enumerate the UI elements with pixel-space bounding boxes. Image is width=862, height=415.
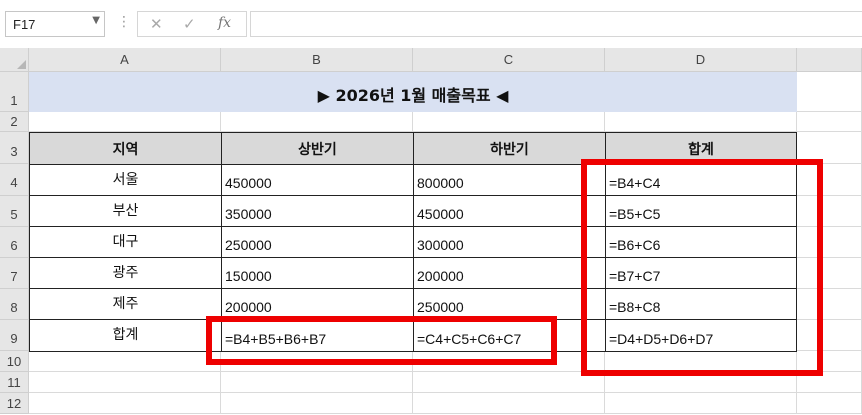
- column-header-a[interactable]: A: [29, 48, 221, 72]
- gridline: [29, 392, 862, 393]
- row-header-8[interactable]: 8: [0, 289, 29, 320]
- cell-h1[interactable]: 150000: [221, 257, 414, 289]
- more-options-icon[interactable]: ⋮: [117, 14, 131, 30]
- row-header-10[interactable]: 10: [0, 351, 29, 372]
- page-title: ▶ 2026년 1월 매출목표 ◀: [317, 86, 509, 105]
- cell-h2[interactable]: 300000: [413, 226, 606, 258]
- column-header-c[interactable]: C: [413, 48, 605, 72]
- cell-h2[interactable]: 450000: [413, 195, 606, 227]
- row-header-6[interactable]: 6: [0, 227, 29, 258]
- cell-h2[interactable]: 200000: [413, 257, 606, 289]
- cell-region[interactable]: 제주: [29, 288, 222, 320]
- row-header-1[interactable]: 1: [0, 72, 29, 112]
- highlight-box-sum-row: [206, 316, 557, 365]
- column-header-e[interactable]: [797, 48, 862, 72]
- row-header-7[interactable]: 7: [0, 258, 29, 289]
- cell-h1[interactable]: 450000: [221, 164, 414, 196]
- select-all-button[interactable]: [0, 48, 29, 72]
- row-header-2[interactable]: 2: [0, 112, 29, 132]
- row-header-5[interactable]: 5: [0, 196, 29, 227]
- cell-sum-label[interactable]: 합계: [29, 319, 222, 352]
- row-header-4[interactable]: 4: [0, 164, 29, 196]
- formula-input[interactable]: [250, 11, 862, 37]
- name-box-value: F17: [13, 17, 36, 32]
- column-header-b[interactable]: B: [221, 48, 413, 72]
- name-box[interactable]: F17 ▼: [5, 11, 105, 37]
- formula-bar: F17 ▼ ⋮ ✕ ✓ fx: [0, 0, 862, 48]
- cancel-icon[interactable]: ✕: [150, 15, 163, 33]
- cell-h1[interactable]: 250000: [221, 226, 414, 258]
- cell-region[interactable]: 광주: [29, 257, 222, 289]
- cell-region[interactable]: 대구: [29, 226, 222, 258]
- row-header-3[interactable]: 3: [0, 132, 29, 164]
- select-all-icon: [17, 60, 26, 69]
- row-header-12[interactable]: 12: [0, 393, 29, 414]
- row-header-9[interactable]: 9: [0, 320, 29, 351]
- header-cell-h1[interactable]: 상반기: [221, 132, 414, 165]
- chevron-down-icon[interactable]: ▼: [92, 15, 100, 26]
- formula-buttons: ✕ ✓ fx: [137, 11, 247, 37]
- row-header-11[interactable]: 11: [0, 372, 29, 393]
- cell-region[interactable]: 부산: [29, 195, 222, 227]
- cell-h2[interactable]: 800000: [413, 164, 606, 196]
- header-cell-h2[interactable]: 하반기: [413, 132, 606, 165]
- column-header-d[interactable]: D: [605, 48, 797, 72]
- cell-h1[interactable]: 350000: [221, 195, 414, 227]
- header-cell-region[interactable]: 지역: [29, 132, 222, 165]
- highlight-box-total-column: [581, 159, 823, 376]
- cell-region[interactable]: 서울: [29, 164, 222, 196]
- enter-icon[interactable]: ✓: [183, 15, 196, 33]
- insert-function-icon[interactable]: fx: [218, 15, 231, 31]
